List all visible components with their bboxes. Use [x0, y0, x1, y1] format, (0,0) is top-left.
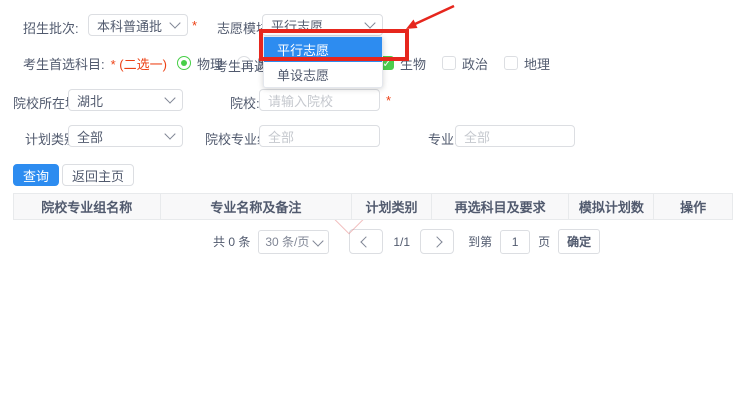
chevron-down-icon — [364, 17, 375, 28]
college-label: 院校: — [230, 93, 260, 112]
checkbox-geography-label[interactable]: 地理 — [524, 54, 550, 73]
college-group-input[interactable]: 全部 — [259, 125, 380, 147]
batch-label: 招生批次: — [23, 18, 79, 37]
goto-page-input[interactable] — [500, 230, 530, 254]
location-select[interactable]: 湖北 — [68, 89, 183, 111]
page-size-value: 30 条/页 — [265, 233, 309, 250]
first-subject-label: 考生首选科目: — [23, 54, 105, 73]
pagination: 共 0 条 30 条/页 1/1 到第 页 确定 — [213, 229, 600, 254]
dropdown-option-parallel[interactable]: 平行志愿 — [264, 37, 382, 62]
current-page-indicator: 1/1 — [393, 235, 410, 249]
checkbox-biology-label[interactable]: 生物 — [400, 54, 426, 73]
column-header-major-remarks: 专业名称及备注 — [161, 194, 352, 219]
page-size-select[interactable]: 30 条/页 — [258, 230, 329, 254]
column-header-actions: 操作 — [654, 194, 732, 219]
radio-physics[interactable] — [177, 56, 191, 70]
plan-type-select[interactable]: 全部 — [68, 125, 183, 147]
page-unit-label: 页 — [538, 233, 550, 250]
college-group-placeholder: 全部 — [268, 127, 294, 146]
checkbox-politics[interactable] — [442, 56, 456, 70]
column-header-plan-type: 计划类别 — [352, 194, 432, 219]
chevron-down-icon — [169, 17, 180, 28]
annotation-arrow — [400, 2, 462, 32]
prev-page-button[interactable] — [349, 229, 383, 254]
goto-page-label: 到第 — [468, 233, 492, 250]
module-select[interactable]: 平行志愿 — [262, 14, 383, 36]
next-page-button[interactable] — [420, 229, 454, 254]
major-placeholder: 全部 — [464, 127, 490, 146]
college-input[interactable]: 请输入院校 — [259, 89, 380, 111]
confirm-page-button[interactable]: 确定 — [558, 229, 600, 254]
query-button[interactable]: 查询 — [13, 164, 59, 186]
batch-required-mark: * — [192, 18, 197, 33]
chevron-down-icon — [164, 128, 175, 139]
chevron-down-icon — [313, 235, 324, 246]
batch-select-value: 本科普通批 — [97, 16, 171, 35]
dropdown-option-single[interactable]: 单设志愿 — [264, 62, 382, 87]
back-home-button[interactable]: 返回主页 — [62, 164, 134, 186]
first-subject-hint: * (二选一) — [111, 54, 167, 73]
chevron-right-icon — [431, 236, 442, 247]
major-label: 专业: — [428, 129, 458, 148]
pagination-total: 共 0 条 — [213, 233, 250, 250]
plan-type-select-value: 全部 — [77, 127, 166, 146]
column-header-plan-count: 模拟计划数 — [569, 194, 654, 219]
batch-select[interactable]: 本科普通批 — [88, 14, 188, 36]
location-select-value: 湖北 — [77, 91, 166, 110]
page: 招生批次: 本科普通批 * 志愿模块: 平行志愿 考生首选科目: * (二选一)… — [0, 0, 749, 403]
checkbox-politics-label[interactable]: 政治 — [462, 54, 488, 73]
module-select-value: 平行志愿 — [271, 16, 366, 35]
results-table-header: 院校专业组名称 专业名称及备注 计划类别 再选科目及要求 模拟计划数 操作 — [13, 193, 733, 220]
major-input[interactable]: 全部 — [455, 125, 575, 147]
chevron-left-icon — [361, 236, 372, 247]
module-dropdown-panel: 平行志愿 单设志愿 — [263, 36, 383, 88]
college-input-placeholder: 请输入院校 — [268, 91, 333, 110]
college-required-mark: * — [386, 93, 391, 108]
checkbox-geography[interactable] — [504, 56, 518, 70]
column-header-college-group: 院校专业组名称 — [14, 194, 161, 219]
check-icon: ✓ — [382, 57, 391, 70]
column-header-subject-requirements: 再选科目及要求 — [432, 194, 570, 219]
chevron-down-icon — [164, 92, 175, 103]
